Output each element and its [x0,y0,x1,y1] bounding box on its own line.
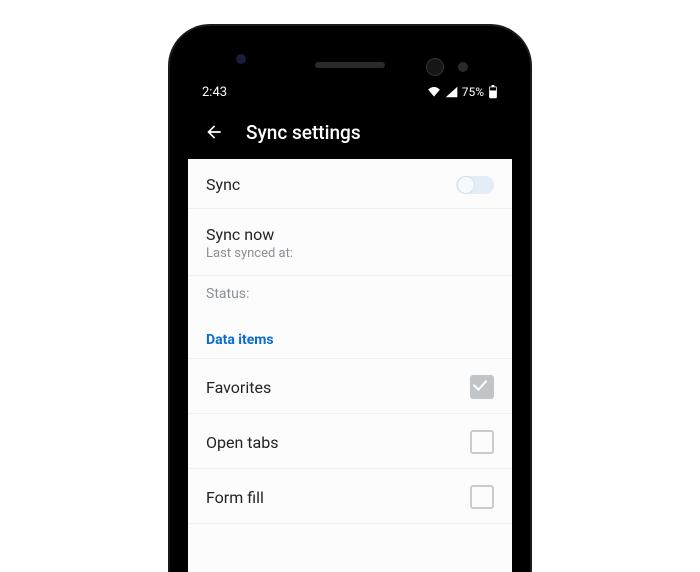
favorites-checkbox[interactable] [470,375,494,399]
battery-icon [488,85,498,99]
data-item-row[interactable]: Form fill [188,469,512,524]
camera-dot [426,58,444,76]
open-tabs-checkbox[interactable] [470,430,494,454]
back-arrow-icon [204,122,224,142]
earpiece [315,62,385,68]
sync-row[interactable]: Sync [188,159,512,209]
data-item-label: Open tabs [206,433,278,452]
data-item-row[interactable]: Open tabs [188,414,512,469]
back-button[interactable] [204,122,224,142]
data-item-label: Favorites [206,378,271,397]
wifi-icon [427,86,441,98]
status-row: Status: [188,276,512,310]
data-item-label: Form fill [206,488,264,507]
section-data-items: Data items [188,310,512,359]
signal-icon [445,86,458,98]
battery-percent: 75% [462,85,484,99]
last-synced-label: Last synced at: [206,246,293,261]
form-fill-checkbox[interactable] [470,485,494,509]
sensor-dot [236,54,246,64]
toggle-knob [458,177,474,193]
status-bar: 2:43 75% [188,79,512,105]
phone-frame: 2:43 75% [170,26,530,572]
status-label: Status: [206,286,249,302]
content: Sync Sync now Last synced at: Status: Da… [188,159,512,572]
sync-now-label: Sync now [206,225,274,244]
sensor-dot [458,62,468,72]
status-time: 2:43 [202,85,227,100]
data-item-row[interactable]: Favorites [188,359,512,414]
sync-toggle[interactable] [456,176,494,194]
screen: 2:43 75% [188,79,512,572]
title-bar: Sync settings [188,105,512,159]
page-title: Sync settings [246,121,361,144]
sync-label: Sync [206,175,240,194]
sync-now-row[interactable]: Sync now Last synced at: [188,209,512,276]
